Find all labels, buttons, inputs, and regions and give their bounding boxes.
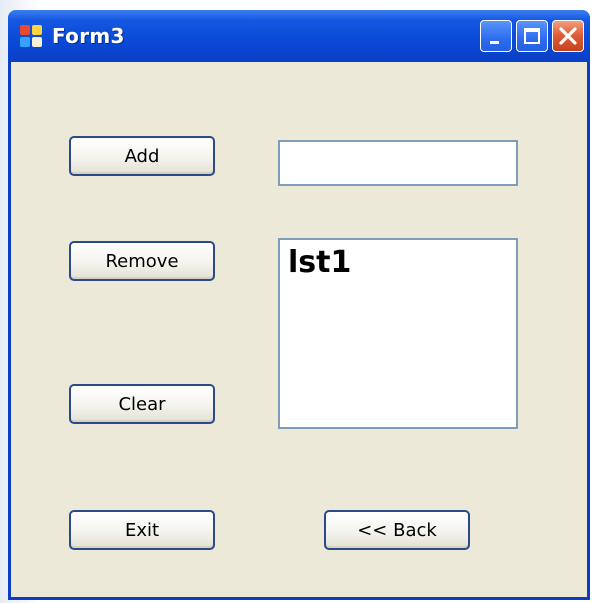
add-button[interactable]: Add [69, 136, 215, 176]
items-listbox[interactable]: lst1 [278, 238, 518, 429]
clear-button[interactable]: Clear [69, 384, 215, 424]
title-bar[interactable]: Form3 [8, 10, 590, 62]
maximize-button[interactable] [516, 20, 548, 52]
close-icon [559, 27, 577, 45]
title-controls [480, 20, 584, 52]
close-button[interactable] [552, 20, 584, 52]
form-window: Form3 Add Remove lst1 Clear Exit << Back [8, 10, 590, 600]
remove-button[interactable]: Remove [69, 241, 215, 281]
maximize-icon [524, 28, 540, 44]
minimize-button[interactable] [480, 20, 512, 52]
window-title: Form3 [52, 24, 125, 48]
form-app-icon [20, 25, 42, 47]
minimize-icon [490, 41, 499, 44]
item-text-input[interactable] [278, 140, 518, 186]
form-client-area: Add Remove lst1 Clear Exit << Back [11, 62, 587, 597]
exit-button[interactable]: Exit [69, 510, 215, 550]
back-button[interactable]: << Back [324, 510, 470, 550]
list-item[interactable]: lst1 [288, 246, 508, 280]
